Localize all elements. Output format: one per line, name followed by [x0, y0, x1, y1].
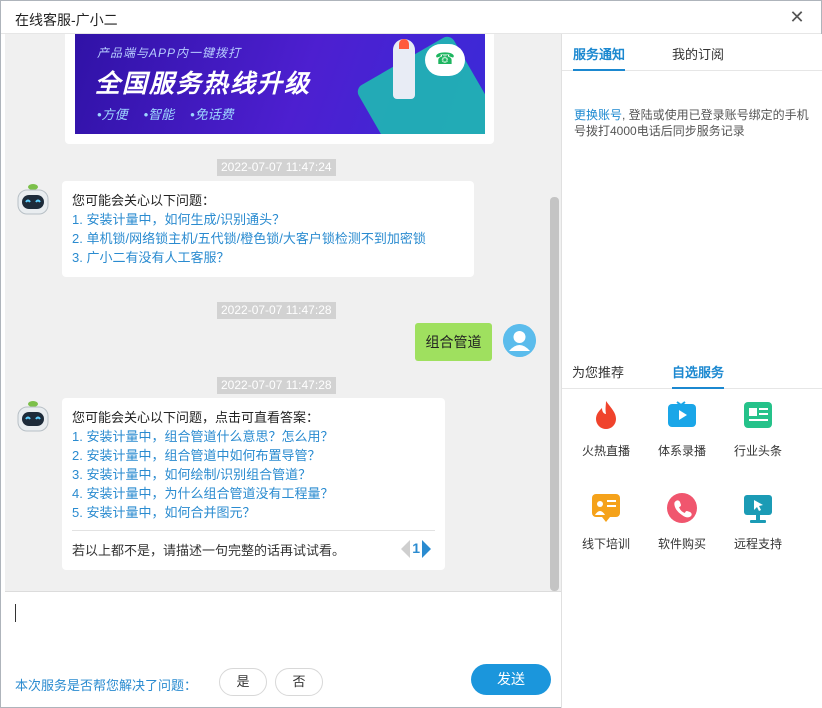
banner-tag: •免话费 [190, 107, 234, 122]
training-icon [592, 494, 620, 522]
message-timestamp: 2022-07-07 11:47:28 [217, 302, 336, 319]
tab-service-notice[interactable]: 服务通知 [573, 44, 626, 71]
phone-icon [667, 493, 697, 523]
text-caret [15, 604, 16, 622]
suggested-question-link[interactable]: 5. 安装计量中，如何合并图元？ [72, 503, 435, 522]
next-page-icon[interactable] [422, 540, 431, 559]
page-number: 1 [412, 540, 420, 556]
service-side-panel: 服务通知 我的订阅 更换账号, 登陆或使用已登录账号绑定的手机号拨打4000电话… [561, 34, 822, 708]
close-icon[interactable]: ✕ [787, 7, 807, 27]
chat-scrollbar[interactable] [550, 197, 559, 591]
service-label: 火热直播 [581, 444, 630, 458]
user-message-bubble: 组合管道 [415, 323, 492, 361]
user-avatar-icon [503, 324, 536, 357]
service-label: 行业头条 [733, 444, 782, 458]
promo-banner[interactable]: 产品端与APP内一键拨打 全国服务热线升级 •方便 •智能 •免话费 ☎ [75, 34, 485, 134]
play-icon [668, 401, 696, 427]
message-timestamp: 2022-07-07 11:47:28 [217, 377, 336, 394]
service-label: 远程支持 [733, 537, 782, 551]
bot-message-intro: 您可能会关心以下问题： [72, 193, 216, 208]
service-remote[interactable]: 远程支持 [728, 491, 788, 552]
suggested-question-link[interactable]: 1. 安装计量中，组合管道什么意思？怎么用？ [72, 427, 435, 446]
banner-headline: 全国服务热线升级 [95, 70, 312, 98]
message-timestamp: 2022-07-07 11:47:24 [217, 159, 336, 176]
service-news[interactable]: 行业头条 [728, 398, 788, 459]
rephrase-hint: 若以上都不是，请描述一句完整的话再试试看。 [72, 543, 346, 558]
top-tabs: 服务通知 我的订阅 [562, 34, 822, 71]
tab-custom-services[interactable]: 自选服务 [672, 362, 725, 389]
suggested-question-link[interactable]: 3. 广小二有没有人工客服？ [72, 248, 464, 267]
window-title: 在线客服-广小二 [15, 12, 118, 28]
phone-illustration-icon [354, 34, 485, 134]
service-label: 体系录播 [657, 444, 706, 458]
feedback-question: 本次服务是否帮您解决了问题： [15, 678, 198, 693]
suggested-question-link[interactable]: 3. 安装计量中，如何绘制/识别组合管道？ [72, 465, 435, 484]
message-input-area[interactable]: 本次服务是否帮您解决了问题： 是 否 发送 [5, 591, 561, 705]
bot-message-bubble: 您可能会关心以下问题，点击可直看答案： 1. 安装计量中，组合管道什么意思？怎么… [62, 398, 445, 570]
bottom-tabs: 为您推荐 自选服务 [562, 352, 822, 389]
banner-card: 产品端与APP内一键拨打 全国服务热线升级 •方便 •智能 •免话费 ☎ [65, 34, 494, 144]
banner-tags: •方便 •智能 •免话费 [97, 104, 250, 123]
tab-my-subscriptions[interactable]: 我的订阅 [672, 44, 724, 69]
banner-tag: •方便 [97, 107, 128, 122]
rocket-icon [393, 39, 415, 99]
bot-message-bubble: 您可能会关心以下问题： 1. 安装计量中，如何生成/识别通头？ 2. 单机锁/网… [62, 181, 474, 277]
switch-account-link[interactable]: 更换账号 [574, 108, 622, 122]
send-button[interactable]: 发送 [471, 664, 551, 695]
chat-history[interactable]: 产品端与APP内一键拨打 全国服务热线升级 •方便 •智能 •免话费 ☎ 2022-… [5, 34, 561, 591]
service-notice: 更换账号, 登陆或使用已登录账号绑定的手机号拨打4000电话后同步服务记录 [574, 107, 810, 139]
remote-support-icon [744, 495, 772, 523]
service-live[interactable]: 火热直播 [576, 398, 636, 459]
banner-tag: •智能 [143, 107, 175, 122]
suggested-question-link[interactable]: 2. 单机锁/网络锁主机/五代锁/橙色锁/大客户锁检测不到加密锁 [72, 229, 464, 248]
cloud-phone-icon: ☎ [425, 44, 465, 76]
news-icon [744, 402, 772, 428]
bot-message-intro: 您可能会关心以下问题，点击可直看答案： [72, 410, 320, 425]
service-label: 软件购买 [657, 537, 706, 551]
feedback-no-button[interactable]: 否 [275, 668, 323, 696]
feedback-yes-button[interactable]: 是 [219, 668, 267, 696]
service-recorded[interactable]: 体系录播 [652, 398, 712, 459]
service-label: 线下培训 [581, 537, 630, 551]
banner-subtitle: 产品端与APP内一键拨打 [97, 46, 242, 60]
title-bar: 在线客服-广小二 ✕ [1, 1, 821, 34]
bot-avatar-icon [17, 184, 49, 215]
suggested-question-link[interactable]: 1. 安装计量中，如何生成/识别通头？ [72, 210, 464, 229]
service-purchase[interactable]: 软件购买 [652, 491, 712, 552]
pagination: 1 [401, 539, 431, 559]
flame-icon [596, 401, 616, 429]
prev-page-icon[interactable] [401, 540, 411, 559]
suggested-question-link[interactable]: 2. 安装计量中，组合管道中如何布置导管？ [72, 446, 435, 465]
tab-recommended[interactable]: 为您推荐 [572, 362, 624, 387]
chat-window: 在线客服-广小二 ✕ 产品端与APP内一键拨打 全国服务热线升级 •方便 •智能 •… [0, 0, 822, 708]
service-training[interactable]: 线下培训 [576, 491, 636, 552]
bot-message-footer: 若以上都不是，请描述一句完整的话再试试看。 1 [72, 530, 435, 560]
suggested-question-link[interactable]: 4. 安装计量中，为什么组合管道没有工程量？ [72, 484, 435, 503]
bot-avatar-icon [17, 401, 49, 432]
